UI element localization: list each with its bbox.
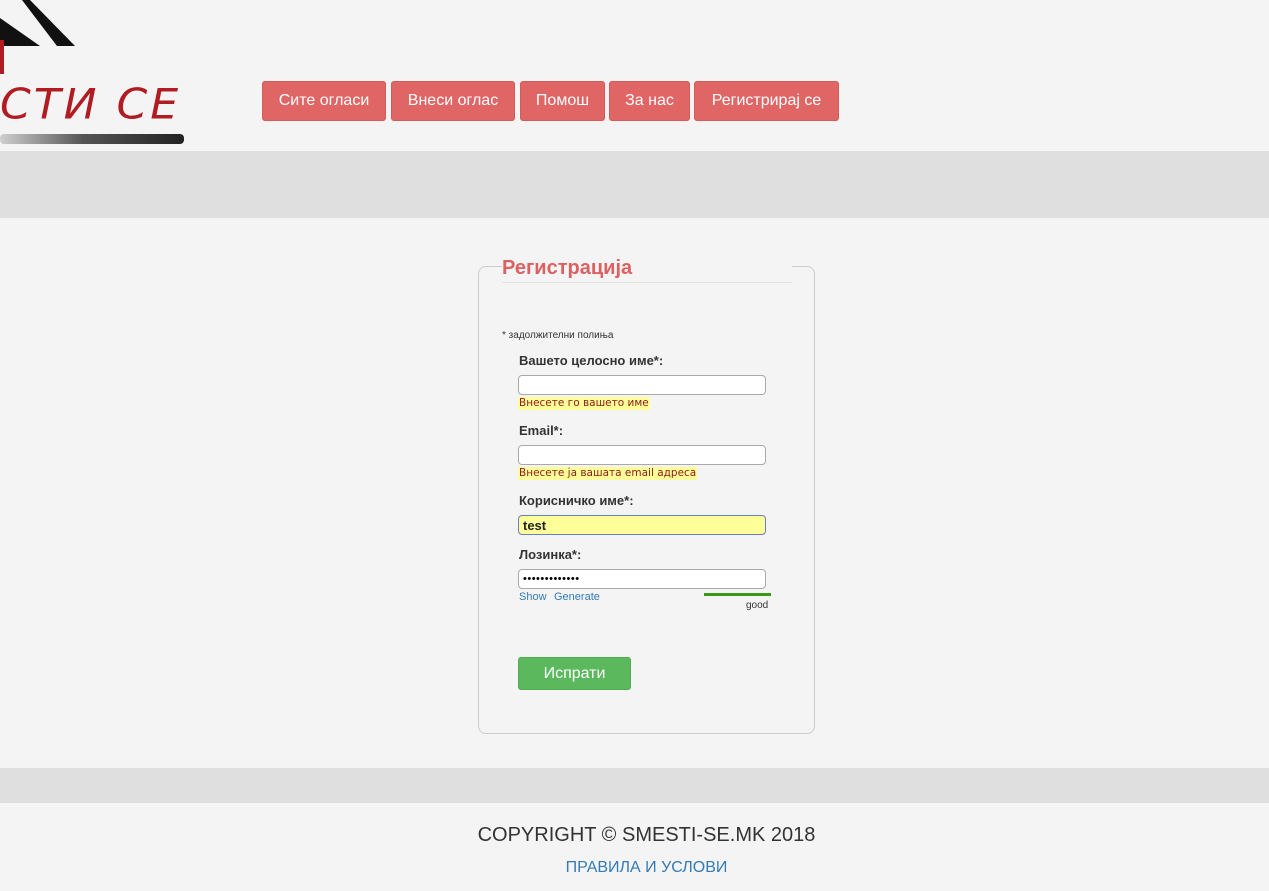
generate-password-link[interactable]: Generate xyxy=(554,591,600,603)
nav-all-ads-button[interactable]: Сите огласи xyxy=(262,81,386,121)
password-label: Лозинка*: xyxy=(519,547,582,562)
nav-help-button[interactable]: Помош xyxy=(520,81,605,121)
form-title: Регистрација xyxy=(502,257,633,279)
submit-button[interactable]: Испрати xyxy=(518,657,631,690)
registration-panel: Регистрација * задолжителни полиња Вашет… xyxy=(478,256,815,734)
terms-link[interactable]: ПРАВИЛА И УСЛОВИ xyxy=(0,859,1269,877)
fullname-input[interactable] xyxy=(518,375,766,395)
required-note: * задолжителни полиња xyxy=(502,330,614,341)
password-strength-bar xyxy=(704,593,771,596)
nav-add-ad-button[interactable]: Внеси оглас xyxy=(391,81,515,121)
email-label: Email*: xyxy=(519,423,564,438)
logo-text: СТИ СЕ xyxy=(0,80,182,129)
email-input[interactable] xyxy=(518,445,766,465)
nav-register-button[interactable]: Регистрирај се xyxy=(694,81,839,121)
nav-about-button[interactable]: За нас xyxy=(609,81,690,121)
site-header: СТИ СЕ Сите огласи Внеси оглас Помош За … xyxy=(0,0,1269,151)
copyright-text: COPYRIGHT © SMESTI-SE.MK 2018 xyxy=(477,824,816,846)
fullname-label: Вашето целосно име*: xyxy=(519,353,664,368)
fullname-error: Внесете го вашето име xyxy=(518,397,650,410)
form-legend: Регистрација xyxy=(502,256,792,283)
username-input[interactable] xyxy=(518,515,766,535)
show-password-link[interactable]: Show xyxy=(519,591,547,603)
email-error: Внесете ја вашата email адреса xyxy=(518,467,698,480)
password-strength-label: good xyxy=(746,600,769,611)
site-logo[interactable]: СТИ СЕ xyxy=(0,0,190,150)
password-input[interactable] xyxy=(518,569,766,589)
top-band xyxy=(0,151,1269,218)
username-label: Корисничко име*: xyxy=(519,493,634,508)
bottom-band xyxy=(0,768,1269,803)
